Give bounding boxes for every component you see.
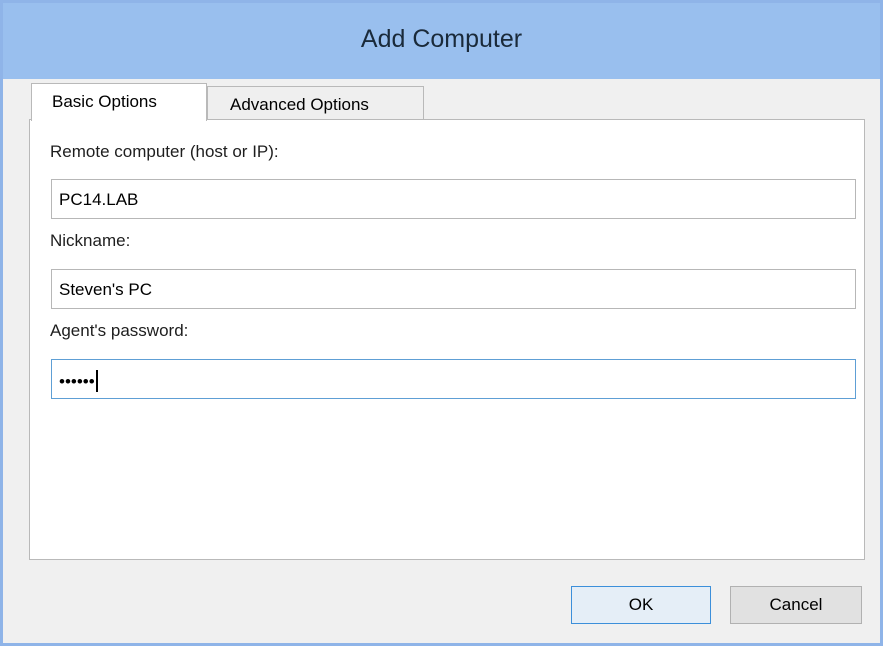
cancel-button[interactable]: Cancel xyxy=(730,586,862,624)
remote-computer-value: PC14.LAB xyxy=(59,190,139,209)
dialog-title: Add Computer xyxy=(360,25,523,53)
nickname-label: Nickname: xyxy=(50,231,131,250)
dialog-body: Basic Options Advanced Options Remote co… xyxy=(17,79,865,637)
nickname-value: Steven's PC xyxy=(59,280,153,299)
tab-advanced-options-label: Advanced Options xyxy=(230,95,369,114)
remote-computer-label: Remote computer (host or IP): xyxy=(50,142,279,161)
nickname-input[interactable]: Steven's PC xyxy=(51,269,856,309)
ok-button[interactable]: OK xyxy=(571,586,711,624)
basic-options-panel: Remote computer (host or IP): PC14.LAB N… xyxy=(29,119,865,560)
tab-basic-options-label: Basic Options xyxy=(52,92,157,111)
tab-basic-options[interactable]: Basic Options xyxy=(31,83,207,121)
agent-password-label: Agent's password: xyxy=(50,321,189,340)
tab-advanced-options[interactable]: Advanced Options xyxy=(207,86,424,120)
remote-computer-input[interactable]: PC14.LAB xyxy=(51,179,856,219)
text-caret xyxy=(95,370,98,392)
agent-password-input[interactable]: •••••• xyxy=(51,359,856,399)
add-computer-dialog: Add Computer Basic Options Advanced Opti… xyxy=(0,0,883,646)
agent-password-value: •••••• xyxy=(59,372,95,391)
title-bar[interactable]: Add Computer xyxy=(3,3,880,79)
